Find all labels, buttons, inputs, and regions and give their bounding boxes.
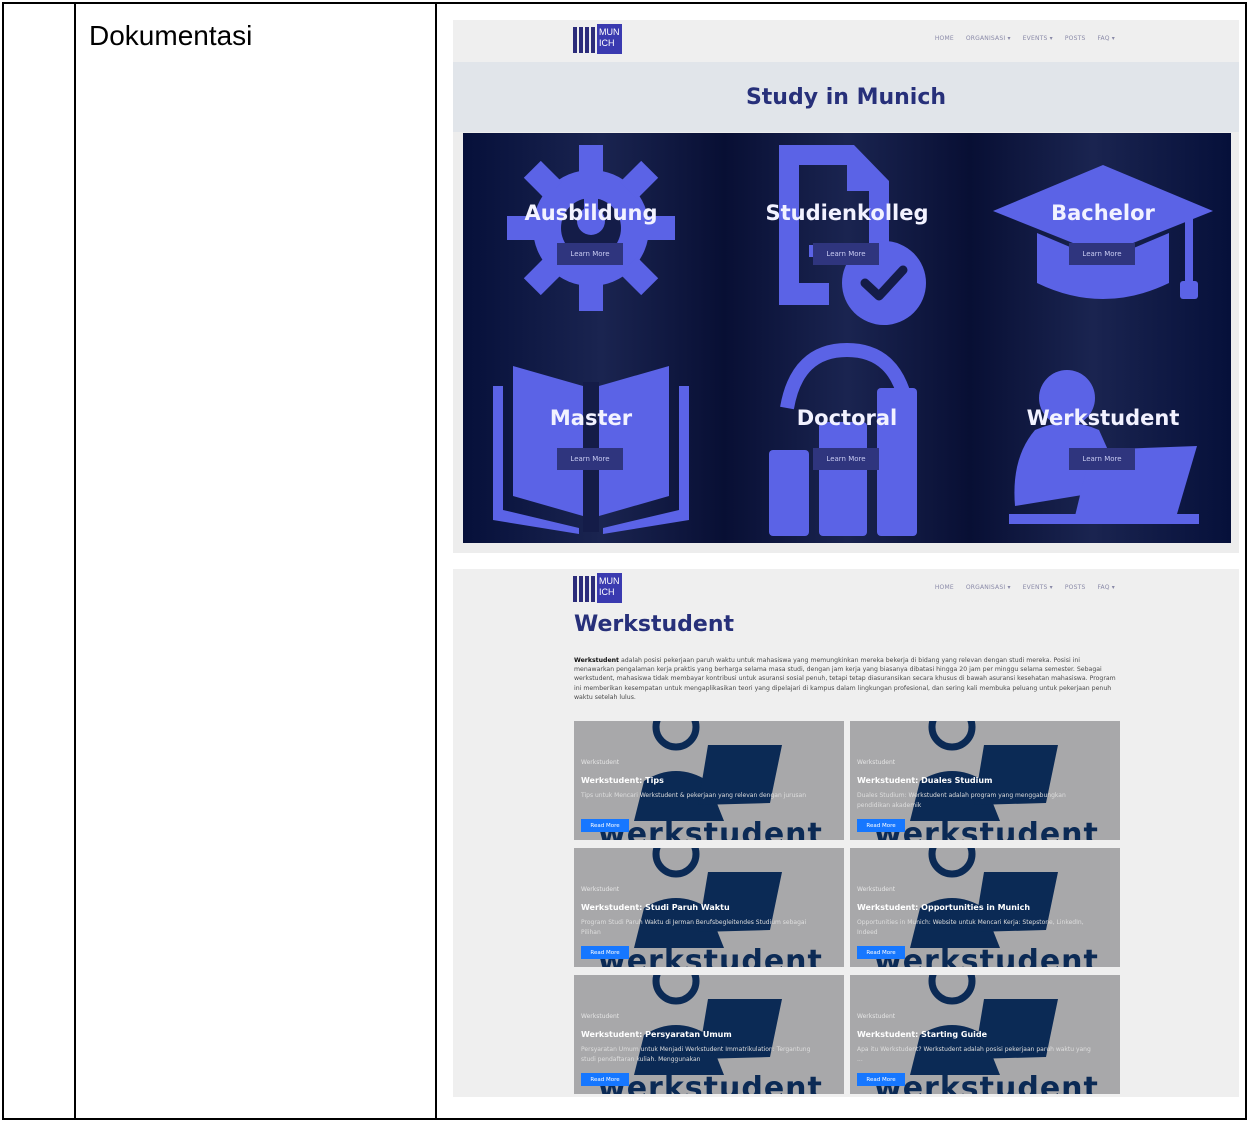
card-werkstudent: Werkstudent Learn More bbox=[975, 338, 1231, 543]
nav-events[interactable]: EVENTS ▾ bbox=[1023, 584, 1053, 591]
page-title: Werkstudent bbox=[574, 612, 735, 637]
logo-bars-icon bbox=[571, 573, 597, 603]
post-category: Werkstudent bbox=[581, 886, 620, 893]
post-category: Werkstudent bbox=[581, 759, 620, 766]
card-title: Studienkolleg bbox=[765, 201, 929, 225]
read-more-button[interactable]: Read More bbox=[857, 1073, 905, 1086]
read-more-button[interactable]: Read More bbox=[581, 1073, 629, 1086]
nav-home[interactable]: HOME bbox=[935, 584, 954, 591]
card-master: Master Learn More bbox=[463, 338, 719, 543]
munich-logo[interactable]: MUN ICH bbox=[571, 573, 623, 603]
read-more-button[interactable]: Read More bbox=[581, 946, 629, 959]
open-book-icon bbox=[493, 366, 689, 534]
nav-organisasi[interactable]: ORGANISASI ▾ bbox=[966, 584, 1011, 591]
post-watermark: werkstudent bbox=[598, 817, 823, 840]
navbar: MUN ICH HOME ORGANISASI ▾ EVENTS ▾ POSTS … bbox=[453, 20, 1239, 62]
post-card[interactable]: werkstudent Werkstudent Werkstudent: Tips T… bbox=[574, 721, 844, 840]
nav-organisasi[interactable]: ORGANISASI ▾ bbox=[966, 35, 1011, 42]
nav-menu: HOME ORGANISASI ▾ EVENTS ▾ POSTS FAQ ▾ bbox=[935, 584, 1115, 591]
post-watermark: werkstudent bbox=[874, 944, 1099, 967]
nav-posts[interactable]: POSTS bbox=[1065, 584, 1086, 591]
card-title: Bachelor bbox=[1051, 201, 1155, 225]
column-divider bbox=[435, 4, 437, 1118]
post-watermark: werkstudent bbox=[598, 1071, 823, 1094]
card-bachelor: Bachelor Learn More bbox=[975, 133, 1231, 338]
title-band: Study in Munich bbox=[453, 62, 1239, 132]
post-card[interactable]: werkstudent Werkstudent Werkstudent: Oppor… bbox=[850, 848, 1120, 967]
gear-icon bbox=[507, 145, 675, 311]
read-more-button[interactable]: Read More bbox=[581, 819, 629, 832]
page-description: Werkstudent adalah posisi pekerjaan paru… bbox=[574, 656, 1119, 702]
nav-faq[interactable]: FAQ ▾ bbox=[1097, 584, 1115, 591]
post-category: Werkstudent bbox=[581, 1013, 620, 1020]
card-ausbildung: Ausbildung Learn More bbox=[463, 133, 719, 338]
post-card[interactable]: werkstudent Werkstudent Werkstudent: Studi… bbox=[574, 848, 844, 967]
card-doctoral: Doctoral Learn More bbox=[719, 338, 975, 543]
study-page-screenshot: MUN ICH HOME ORGANISASI ▾ EVENTS ▾ POSTS … bbox=[453, 20, 1239, 553]
werkstudent-page-screenshot: MUN ICH HOME ORGANISASI ▾ EVENTS ▾ POSTS … bbox=[453, 569, 1239, 1097]
munich-logo[interactable]: MUN ICH bbox=[571, 24, 623, 54]
post-excerpt: Apa itu Werkstudent? Werkstudent adalah … bbox=[857, 1046, 1091, 1063]
page-title: Study in Munich bbox=[745, 84, 947, 110]
card-title: Doctoral bbox=[796, 406, 898, 430]
post-title[interactable]: Werkstudent: Tips bbox=[581, 776, 664, 785]
post-title[interactable]: Werkstudent: Duales Studium bbox=[857, 776, 992, 785]
post-excerpt: Program Studi Paruh Waktu di Jerman Beru… bbox=[581, 919, 807, 936]
learn-more-button[interactable]: Learn More bbox=[557, 448, 623, 470]
post-excerpt: Tips untuk Mencari Werkstudent & pekerja… bbox=[581, 792, 807, 799]
learn-more-button[interactable]: Learn More bbox=[813, 243, 879, 265]
document-check-icon bbox=[779, 145, 926, 325]
card-studienkolleg: Studienkolleg Learn More bbox=[719, 133, 975, 338]
graduation-cap-icon bbox=[993, 165, 1213, 299]
learn-more-button[interactable]: Learn More bbox=[1069, 243, 1135, 265]
post-title[interactable]: Werkstudent: Studi Paruh Waktu bbox=[581, 903, 730, 912]
post-card[interactable]: werkstudent Werkstudent Werkstudent: Start… bbox=[850, 975, 1120, 1094]
nav-events[interactable]: EVENTS ▾ bbox=[1023, 35, 1053, 42]
person-laptop-icon bbox=[634, 721, 782, 821]
post-excerpt: Persyaratan Umum untuk Menjadi Werkstude… bbox=[581, 1046, 811, 1063]
description-bold: Werkstudent bbox=[574, 657, 620, 664]
learn-more-button[interactable]: Learn More bbox=[557, 243, 623, 265]
post-watermark: werkstudent bbox=[598, 944, 823, 967]
column-divider bbox=[74, 4, 76, 1118]
logo-bars-icon bbox=[571, 24, 597, 54]
read-more-button[interactable]: Read More bbox=[857, 946, 905, 959]
post-category: Werkstudent bbox=[857, 886, 896, 893]
person-laptop-icon bbox=[1009, 370, 1199, 524]
post-title[interactable]: Werkstudent: Starting Guide bbox=[857, 1030, 987, 1039]
study-options-grid: Ausbildung Learn More Studienkolleg Lear… bbox=[463, 133, 1231, 543]
card-title: Master bbox=[549, 406, 633, 430]
navbar: MUN ICH HOME ORGANISASI ▾ EVENTS ▾ POSTS … bbox=[453, 569, 1239, 611]
post-category: Werkstudent bbox=[857, 1013, 896, 1020]
documentation-label: Dokumentasi bbox=[89, 20, 253, 51]
learn-more-button[interactable]: Learn More bbox=[1069, 448, 1135, 470]
post-excerpt: Duales Studium: Werkstudent adalah progr… bbox=[857, 792, 1066, 809]
nav-posts[interactable]: POSTS bbox=[1065, 35, 1086, 42]
post-category: Werkstudent bbox=[857, 759, 896, 766]
logo-text: MUN ICH bbox=[597, 573, 622, 603]
post-excerpt: Opportunities in Munich: Website untuk M… bbox=[857, 919, 1084, 936]
post-watermark: werkstudent bbox=[874, 817, 1099, 840]
learn-more-button[interactable]: Learn More bbox=[813, 448, 879, 470]
post-title[interactable]: Werkstudent: Opportunities in Munich bbox=[857, 903, 1030, 912]
bar-chart-icon bbox=[769, 342, 917, 536]
read-more-button[interactable]: Read More bbox=[857, 819, 905, 832]
card-title: Werkstudent bbox=[1026, 406, 1180, 430]
card-title: Ausbildung bbox=[524, 201, 658, 225]
description-text: adalah posisi pekerjaan paruh waktu untu… bbox=[574, 657, 1116, 701]
nav-home[interactable]: HOME bbox=[935, 35, 954, 42]
logo-text: MUN ICH bbox=[597, 24, 622, 54]
post-card[interactable]: werkstudent Werkstudent Werkstudent: Persy… bbox=[574, 975, 844, 1094]
post-title[interactable]: Werkstudent: Persyaratan Umum bbox=[581, 1030, 732, 1039]
nav-menu: HOME ORGANISASI ▾ EVENTS ▾ POSTS FAQ ▾ bbox=[935, 35, 1115, 42]
post-watermark: werkstudent bbox=[874, 1071, 1099, 1094]
nav-faq[interactable]: FAQ ▾ bbox=[1097, 35, 1115, 42]
post-card[interactable]: werkstudent Werkstudent Werkstudent: Duale… bbox=[850, 721, 1120, 840]
